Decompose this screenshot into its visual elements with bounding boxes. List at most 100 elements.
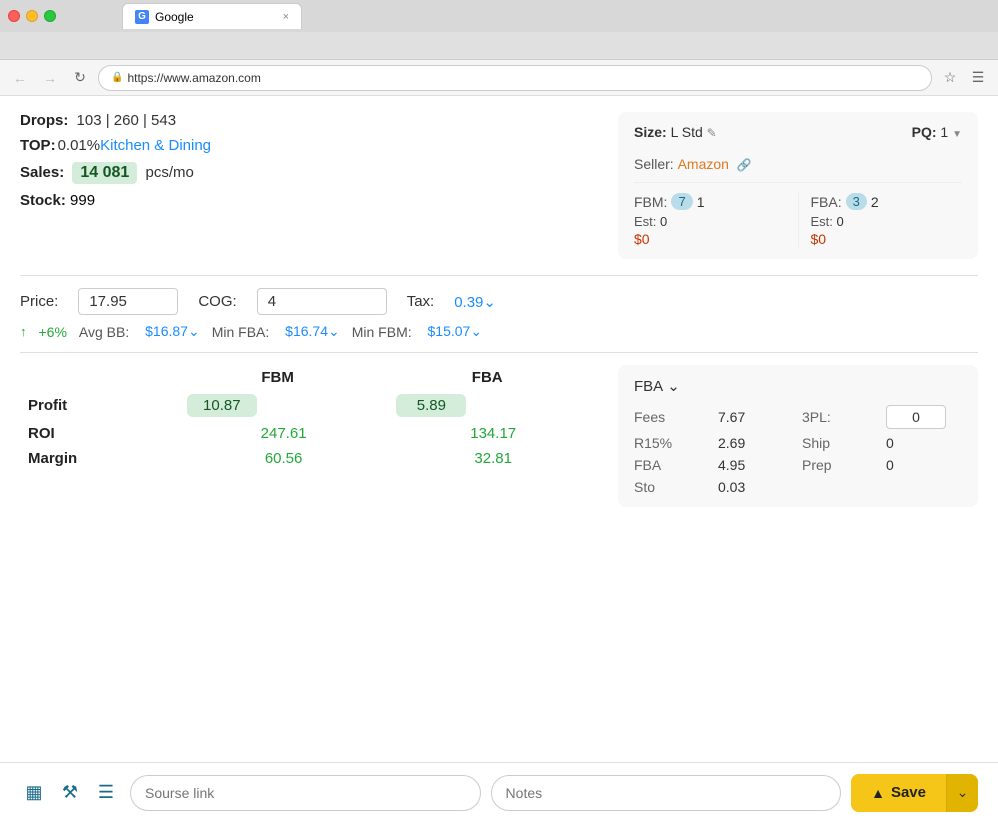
save-button[interactable]: ▲ Save: [851, 774, 946, 812]
fbm-label: FBM:: [634, 194, 667, 210]
browser-chrome: G Google ×: [0, 0, 998, 60]
fba-label: FBA:: [811, 194, 842, 210]
bookmark-button[interactable]: ☆: [938, 66, 962, 90]
size-group: Size: L Std ✎: [634, 124, 717, 140]
bottom-icons: ▦ ⚒ ☰: [20, 779, 120, 807]
save-dropdown-button[interactable]: ⌄: [946, 774, 978, 812]
seller-name: Amazon: [678, 156, 729, 172]
tab-close-button[interactable]: ×: [283, 11, 289, 23]
profit-row-label: Profit: [20, 390, 179, 421]
sales-label: Sales:: [20, 164, 64, 181]
seller-label: Seller:: [634, 156, 674, 172]
notes-input[interactable]: [491, 775, 842, 811]
list-icon-button[interactable]: ☰: [92, 779, 120, 807]
source-link-input[interactable]: [130, 775, 481, 811]
margin-fbm-cell: 60.56: [179, 446, 389, 471]
fba-count2: 2: [871, 194, 879, 210]
lock-icon: 🔒: [111, 72, 123, 83]
tax-label: Tax:: [407, 293, 435, 310]
fba-price: $0: [811, 231, 963, 247]
top-row: TOP:0.01%Kitchen & Dining: [20, 137, 598, 154]
drive-icon: ▲: [871, 785, 885, 801]
pq-value: 1: [940, 124, 948, 140]
fbm-count2: 1: [697, 194, 705, 210]
fba-est-value: 0: [837, 214, 844, 229]
margin-fba-cell: 32.81: [388, 446, 598, 471]
category-link[interactable]: Kitchen & Dining: [100, 137, 211, 154]
avg-bb-label: Avg BB:: [79, 324, 133, 340]
tools-icon-button[interactable]: ⚒: [56, 779, 84, 807]
sales-unit: pcs/mo: [145, 164, 193, 181]
ship-value: 0: [886, 435, 962, 451]
stock-row: Stock: 999: [20, 192, 598, 209]
back-button[interactable]: ←: [8, 66, 32, 90]
top-label: TOP:: [20, 137, 56, 154]
fba-fees-block: FBA ⌄ Fees 7.67 3PL: R15% 2.69 Ship 0 FB…: [618, 365, 978, 507]
maximize-button[interactable]: [44, 10, 56, 22]
fba-fee-label: FBA: [634, 457, 710, 473]
profit-section: FBM FBA Profit 10.87 5.89 ROI 247.61 134…: [20, 365, 978, 507]
sto-value: 0.03: [718, 479, 794, 495]
sto-label: Sto: [634, 479, 710, 495]
fba-est-row: Est: 0: [811, 214, 963, 229]
close-button[interactable]: [8, 10, 20, 22]
toolbar-icons: ☆ ☰: [938, 66, 990, 90]
save-button-group: ▲ Save ⌄: [851, 774, 978, 812]
tpl-input[interactable]: [886, 405, 946, 429]
min-fbm-label: Min FBM:: [352, 324, 416, 340]
fees-label: Fees: [634, 409, 710, 425]
left-column: Drops: 103 | 260 | 543 TOP:0.01%Kitchen …: [20, 112, 598, 259]
forward-button[interactable]: →: [38, 66, 62, 90]
table-row: ROI 247.61 134.17: [20, 421, 598, 446]
chart-icon-button[interactable]: ▦: [20, 779, 48, 807]
min-fba-value[interactable]: $16.74⌄: [285, 323, 340, 340]
browser-titlebar: G Google ×: [0, 0, 998, 32]
price-label: Price:: [20, 293, 58, 310]
cog-input[interactable]: [257, 288, 387, 315]
arrow-up-icon: ↑: [20, 324, 27, 339]
browser-tab[interactable]: G Google ×: [122, 3, 302, 29]
fbm-count-row: FBM: 7 1: [634, 193, 786, 210]
top-percent: 0.01%: [58, 137, 101, 154]
profit-fbm-value: 10.87: [187, 394, 257, 417]
roi-fba-cell: 134.17: [388, 421, 598, 446]
profit-table: FBM FBA Profit 10.87 5.89 ROI 247.61 134…: [20, 365, 598, 471]
prep-value: 0: [886, 457, 962, 473]
size-value: L Std: [671, 124, 703, 140]
price-input[interactable]: [78, 288, 178, 315]
fbm-count1: 7: [671, 193, 692, 210]
bottom-bar: ▦ ⚒ ☰ ▲ Save ⌄: [0, 762, 998, 822]
fba-block: FBA: 3 2 Est: 0 $0: [811, 193, 963, 247]
drops-label: Drops:: [20, 112, 68, 129]
tab-bar: G Google ×: [62, 2, 362, 30]
col-fba-header: FBA: [388, 365, 598, 390]
fbm-price: $0: [634, 231, 786, 247]
tab-favicon: G: [135, 10, 149, 24]
browser-toolbar: ← → ↻ 🔒 https://www.amazon.com ☆ ☰: [0, 60, 998, 96]
prep-label: Prep: [802, 457, 878, 473]
pq-dropdown-icon[interactable]: ▼: [952, 129, 962, 140]
tax-value[interactable]: 0.39⌄: [454, 293, 496, 311]
reload-button[interactable]: ↻: [68, 66, 92, 90]
save-label: Save: [891, 784, 926, 801]
profit-fbm-cell: 10.87: [179, 390, 389, 421]
avg-bb-value[interactable]: $16.87⌄: [145, 323, 200, 340]
fba-fees-header[interactable]: FBA ⌄: [634, 377, 962, 395]
profit-fba-cell: 5.89: [388, 390, 598, 421]
pq-group: PQ: 1 ▼: [912, 124, 962, 140]
minimize-button[interactable]: [26, 10, 38, 22]
seller-link-icon[interactable]: 🔗: [737, 158, 752, 172]
top-section: Drops: 103 | 260 | 543 TOP:0.01%Kitchen …: [20, 112, 978, 259]
fbm-est-row: Est: 0: [634, 214, 786, 229]
r15-value: 2.69: [718, 435, 794, 451]
seller-row: Seller: Amazon 🔗: [634, 156, 962, 172]
profit-fba-value: 5.89: [396, 394, 466, 417]
stock-label: Stock:: [20, 192, 66, 209]
min-fbm-value[interactable]: $15.07⌄: [428, 323, 483, 340]
fbm-est-label: Est:: [634, 214, 656, 229]
extensions-button[interactable]: ☰: [966, 66, 990, 90]
size-label: Size:: [634, 124, 667, 140]
edit-size-icon[interactable]: ✎: [707, 126, 717, 140]
tpl-label: 3PL:: [802, 409, 878, 425]
address-bar[interactable]: 🔒 https://www.amazon.com: [98, 65, 932, 91]
